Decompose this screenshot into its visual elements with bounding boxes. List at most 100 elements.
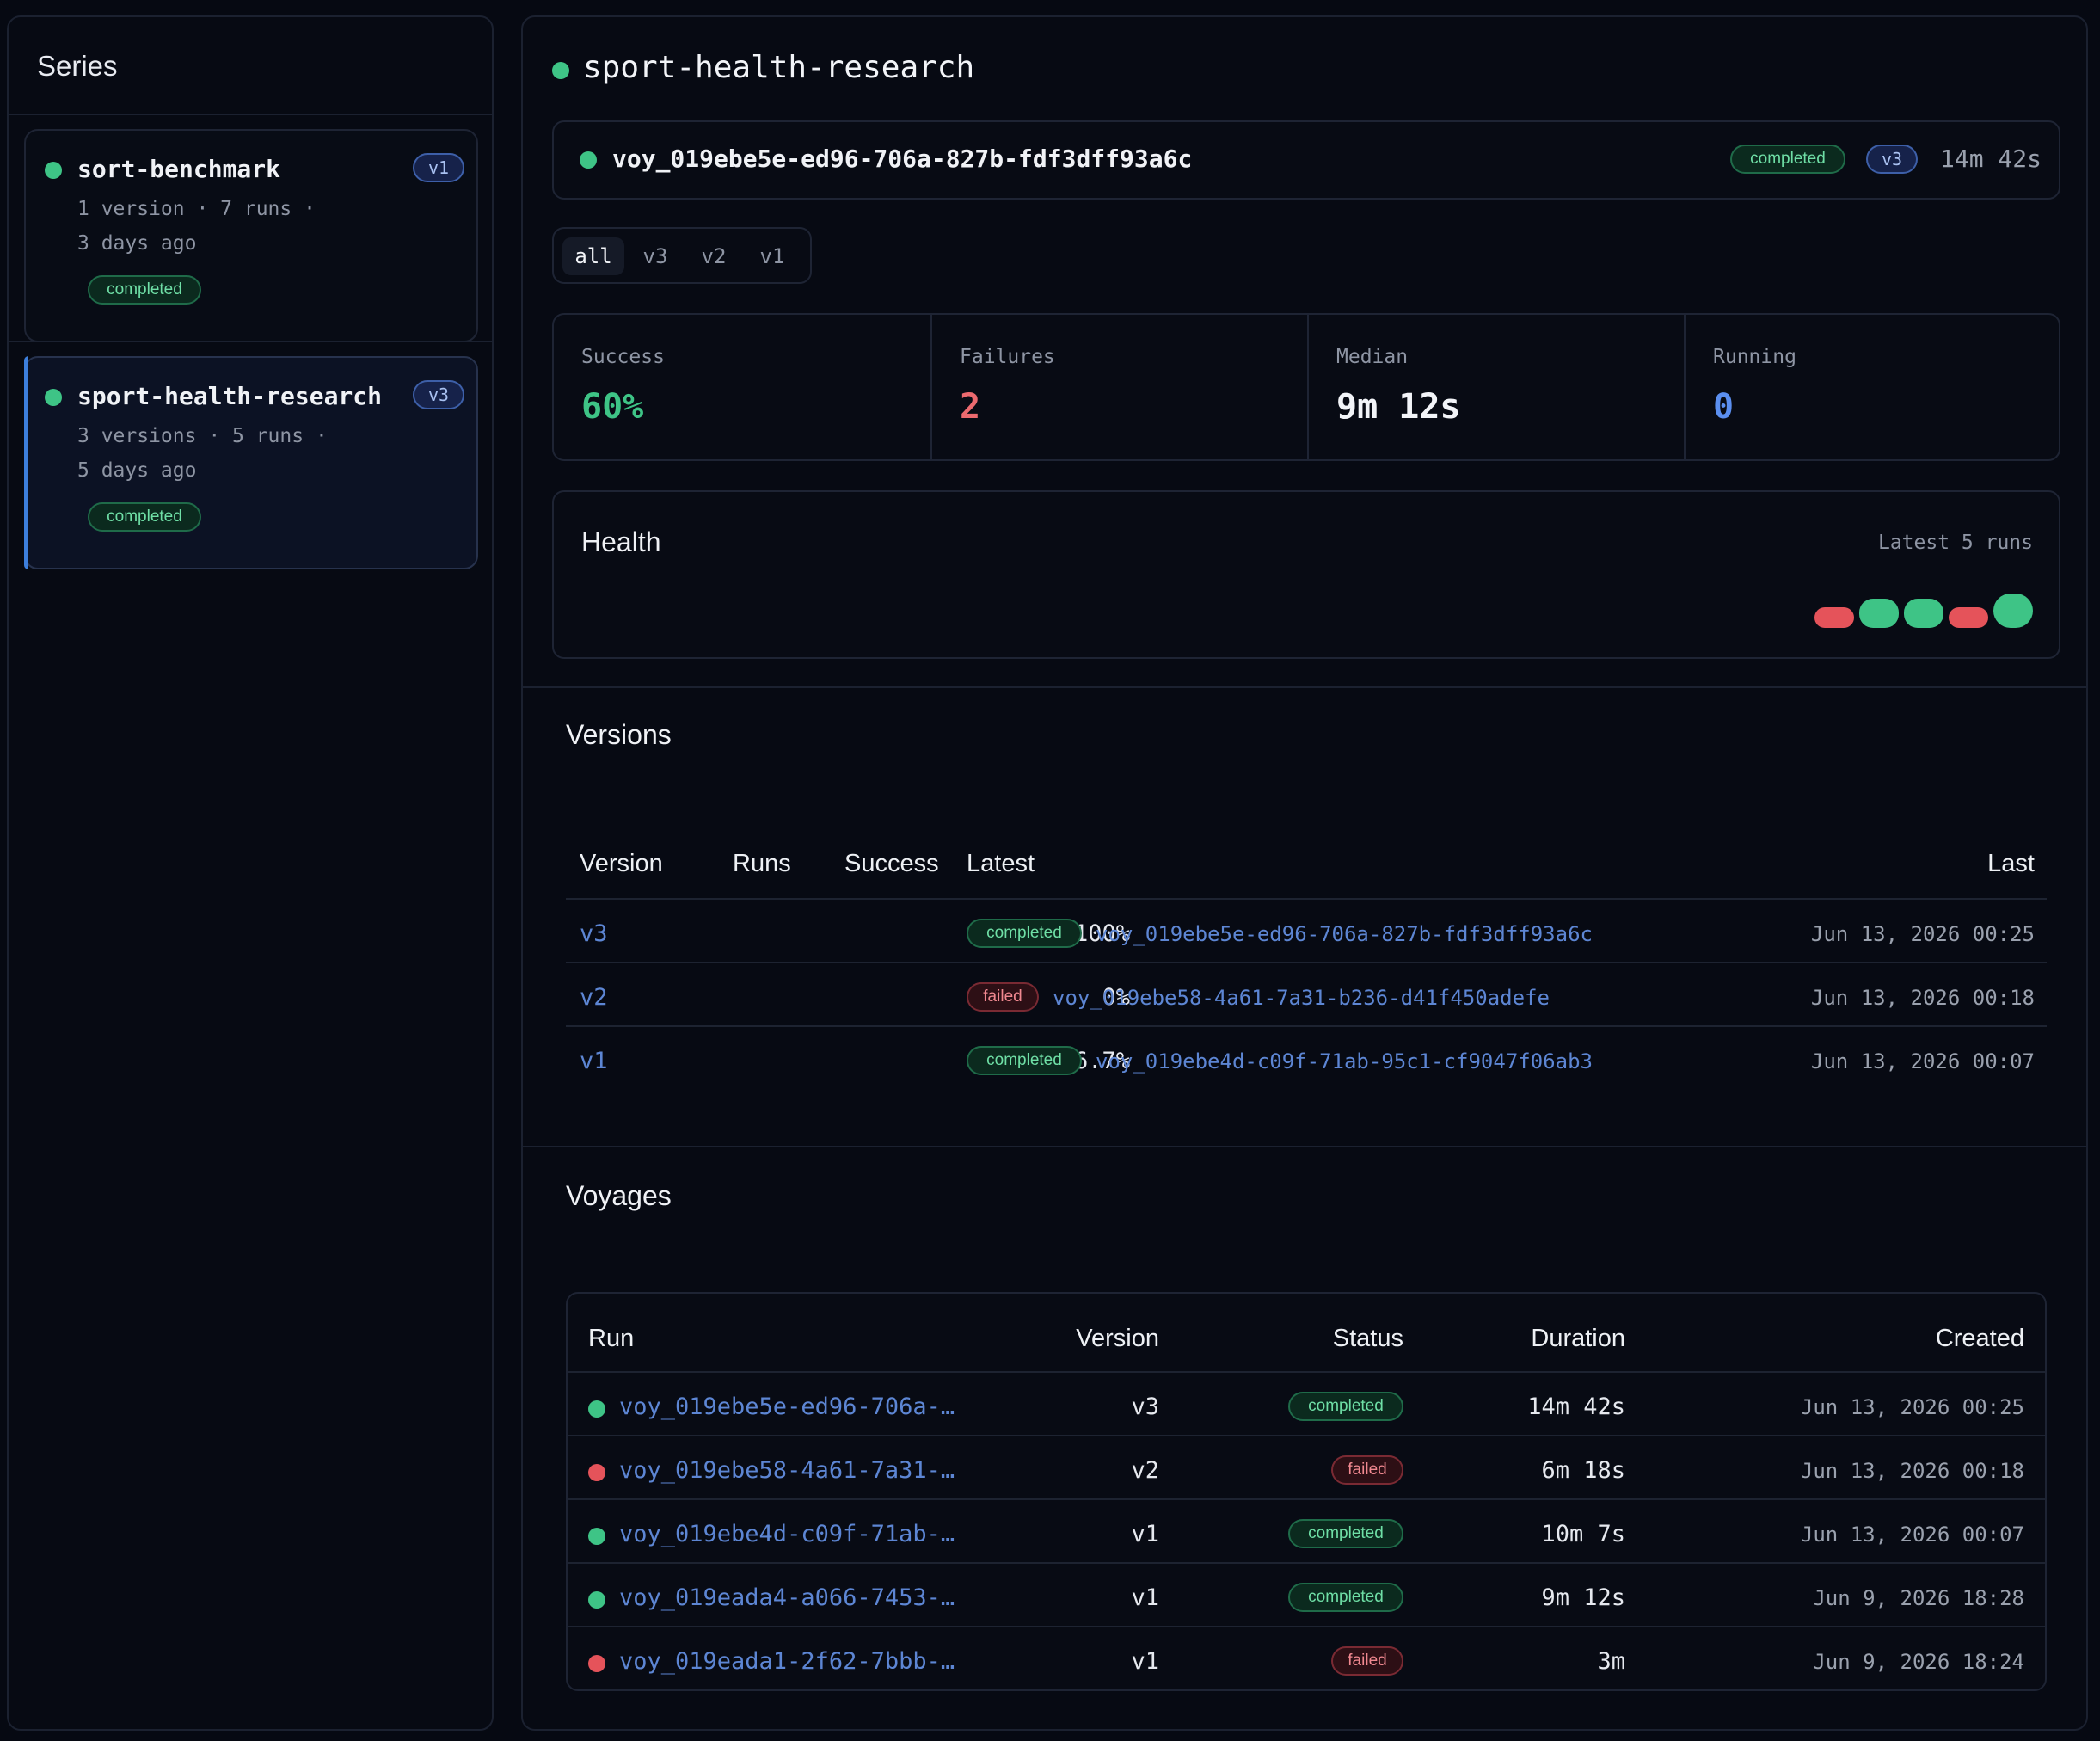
series-card-sport-health-research[interactable]: sport-health-research v3 3 versions · 5 … xyxy=(24,356,478,569)
status-dot xyxy=(588,1400,605,1418)
tab-all[interactable]: all xyxy=(562,237,624,275)
row-divider xyxy=(568,1498,2045,1500)
row-divider xyxy=(568,1371,2045,1373)
status-dot xyxy=(45,389,62,406)
run-version: v1 xyxy=(1131,1521,1159,1547)
health-run-completed[interactable] xyxy=(1859,599,1899,628)
status-badge: completed xyxy=(1288,1583,1403,1612)
run-duration: 6m 18s xyxy=(1541,1457,1625,1484)
run-duration: 9m 12s xyxy=(1541,1584,1625,1611)
run-created: Jun 13, 2026 00:07 xyxy=(1800,1523,2024,1547)
stat-value: 9m 12s xyxy=(1336,387,1461,427)
versions-title: Versions xyxy=(566,719,672,750)
run-link[interactable]: voy_019ebe58-4a61-7a31-… xyxy=(619,1457,955,1484)
last-date: Jun 13, 2026 00:07 xyxy=(1810,1049,2035,1074)
run-created: Jun 13, 2026 00:25 xyxy=(1800,1395,2024,1419)
stat-label: Failures xyxy=(960,346,1055,368)
version-link[interactable]: v1 xyxy=(580,1048,608,1074)
status-dot xyxy=(588,1591,605,1609)
status-badge: failed xyxy=(1331,1455,1403,1485)
stat-label: Running xyxy=(1713,346,1796,368)
col-duration: Duration xyxy=(1531,1325,1625,1352)
run-link[interactable]: voy_019eada1-2f62-7bbb-… xyxy=(619,1648,955,1675)
voyages-title: Voyages xyxy=(566,1180,672,1211)
run-link[interactable]: voy_019ebe58-4a61-7a31-b236-d41f450adefe xyxy=(1053,986,1550,1010)
health-run-failed[interactable] xyxy=(1949,607,1988,628)
stat-value: 60% xyxy=(581,387,644,427)
series-name: sort-benchmark xyxy=(77,155,281,183)
col-version: Version xyxy=(580,850,663,877)
page-title: sport-health-research xyxy=(583,50,975,85)
stats-bar: Success 60% Failures 2 Median 9m 12s Run… xyxy=(552,313,2060,461)
run-created: Jun 9, 2026 18:28 xyxy=(1813,1586,2024,1610)
stat-running: Running 0 xyxy=(1686,315,2060,459)
run-version: v2 xyxy=(1131,1457,1159,1484)
status-badge: failed xyxy=(1331,1646,1403,1676)
status-dot xyxy=(552,62,569,79)
version-link[interactable]: v3 xyxy=(580,920,608,947)
section-divider xyxy=(523,1146,2086,1147)
col-status: Status xyxy=(1332,1325,1403,1352)
run-version: v1 xyxy=(1131,1648,1159,1675)
latest-run-bar[interactable]: voy_019ebe5e-ed96-706a-827b-fdf3dff93a6c… xyxy=(552,120,2060,200)
col-success: Success xyxy=(844,850,939,877)
row-divider xyxy=(566,962,2047,963)
health-caption: Latest 5 runs xyxy=(1877,532,2033,554)
last-date: Jun 13, 2026 00:18 xyxy=(1810,986,2035,1010)
col-created: Created xyxy=(1935,1325,2024,1352)
col-run: Run xyxy=(588,1325,635,1352)
last-date: Jun 13, 2026 00:25 xyxy=(1810,922,2035,946)
version-badge: v3 xyxy=(413,380,464,409)
stat-label: Median xyxy=(1336,346,1409,368)
run-link[interactable]: voy_019ebe4d-c09f-71ab-… xyxy=(619,1521,955,1547)
health-run-failed[interactable] xyxy=(1814,607,1854,628)
stat-median: Median 9m 12s xyxy=(1309,315,1684,459)
run-version: v3 xyxy=(1131,1393,1159,1420)
status-dot xyxy=(588,1464,605,1481)
status-dot xyxy=(45,162,62,179)
col-latest: Latest xyxy=(967,850,1035,877)
health-run-completed[interactable] xyxy=(1904,599,1943,628)
status-badge: completed xyxy=(1730,145,1845,174)
tab-v3[interactable]: v3 xyxy=(628,237,683,275)
series-age: 3 days ago xyxy=(77,232,197,255)
run-link[interactable]: voy_019ebe5e-ed96-706a-… xyxy=(619,1393,955,1420)
run-duration: 3m xyxy=(1597,1648,1625,1675)
stat-success: Success 60% xyxy=(554,315,930,459)
status-badge: completed xyxy=(967,1046,1082,1075)
status-badge: completed xyxy=(88,275,201,305)
stat-value: 2 xyxy=(960,387,981,427)
run-created: Jun 9, 2026 18:24 xyxy=(1813,1650,2024,1674)
row-divider xyxy=(566,898,2047,900)
health-run-completed[interactable] xyxy=(1993,594,2033,628)
run-link[interactable]: voy_019ebe5e-ed96-706a-827b-fdf3dff93a6c xyxy=(1096,922,1593,946)
run-link[interactable]: voy_019ebe4d-c09f-71ab-95c1-cf9047f06ab3 xyxy=(1096,1049,1593,1074)
version-link[interactable]: v2 xyxy=(580,984,608,1011)
row-divider xyxy=(568,1626,2045,1627)
run-duration: 10m 7s xyxy=(1541,1521,1625,1547)
health-title: Health xyxy=(581,526,661,557)
run-link[interactable]: voy_019eada4-a066-7453-… xyxy=(619,1584,955,1611)
run-version: v1 xyxy=(1131,1584,1159,1611)
status-badge: completed xyxy=(967,919,1082,948)
status-badge: completed xyxy=(1288,1392,1403,1421)
col-runs: Runs xyxy=(733,850,791,877)
version-badge: v3 xyxy=(1866,145,1918,174)
status-badge: completed xyxy=(1288,1519,1403,1548)
sidebar-divider xyxy=(9,341,492,342)
section-divider xyxy=(523,686,2086,688)
row-divider xyxy=(568,1435,2045,1436)
row-divider xyxy=(568,1562,2045,1564)
col-version: Version xyxy=(1076,1325,1159,1352)
series-meta: 3 versions · 5 runs · xyxy=(77,425,328,447)
series-name: sport-health-research xyxy=(77,382,383,410)
col-last: Last xyxy=(1987,850,2035,877)
status-dot xyxy=(580,151,597,169)
series-card-sort-benchmark[interactable]: sort-benchmark v1 1 version · 7 runs · 3… xyxy=(24,129,478,342)
latest-run-id[interactable]: voy_019ebe5e-ed96-706a-827b-fdf3dff93a6c xyxy=(612,145,1192,173)
series-meta: 1 version · 7 runs · xyxy=(77,198,316,220)
sidebar-title: Series xyxy=(37,50,118,82)
tab-v1[interactable]: v1 xyxy=(745,237,800,275)
run-duration: 14m 42s xyxy=(1527,1393,1625,1420)
tab-v2[interactable]: v2 xyxy=(686,237,741,275)
